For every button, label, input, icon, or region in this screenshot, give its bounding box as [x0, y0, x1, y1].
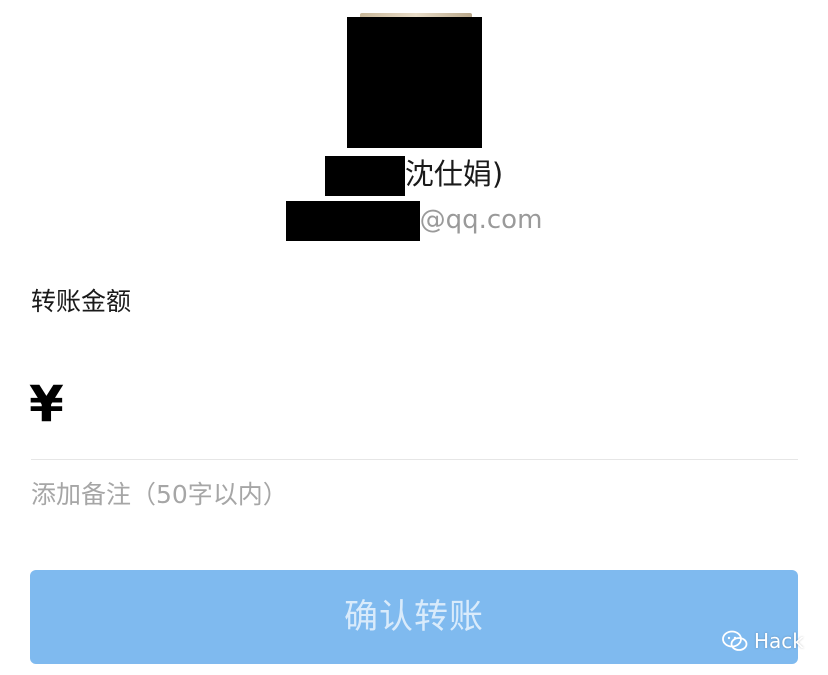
recipient-email-text: @qq.com	[419, 205, 543, 235]
confirm-transfer-button[interactable]: 确认转账	[30, 570, 798, 664]
recipient-email: @qq.com	[0, 200, 828, 242]
recipient-name-text: 沈仕娟)	[404, 157, 504, 191]
currency-symbol: ¥	[29, 375, 64, 433]
email-redaction	[285, 200, 420, 241]
watermark-text: Hack	[754, 629, 804, 653]
wechat-icon	[722, 630, 748, 651]
divider	[31, 459, 798, 460]
amount-input[interactable]	[80, 378, 784, 436]
watermark: Hack	[722, 626, 804, 656]
name-redaction	[324, 156, 405, 196]
amount-label: 转账金额	[31, 287, 132, 316]
recipient-name: 沈仕娟)	[0, 152, 828, 196]
avatar-redacted	[347, 17, 482, 148]
add-note-link[interactable]: 添加备注（50字以内）	[31, 477, 288, 513]
